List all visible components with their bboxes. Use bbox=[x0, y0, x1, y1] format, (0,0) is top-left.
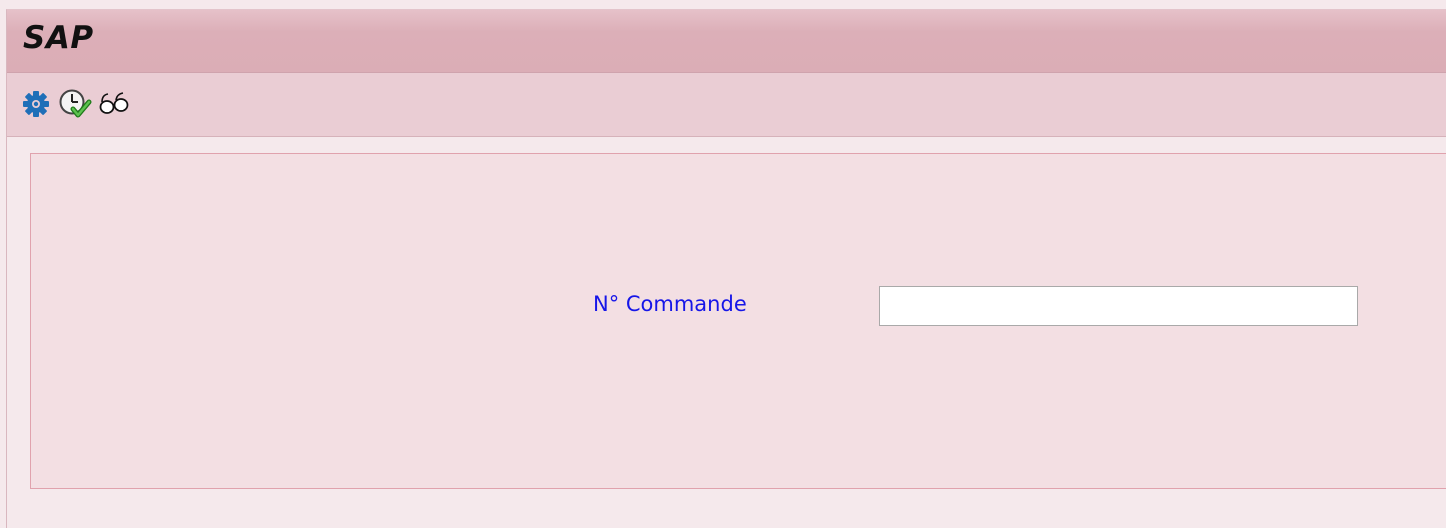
selection-panel: N° Commande bbox=[30, 153, 1446, 489]
order-number-label: N° Commande bbox=[593, 292, 747, 316]
application-toolbar bbox=[7, 73, 1446, 137]
gear-icon[interactable] bbox=[20, 88, 52, 120]
order-number-input[interactable] bbox=[879, 286, 1358, 326]
app-title: SAP bbox=[23, 20, 94, 56]
clock-check-icon[interactable] bbox=[58, 88, 92, 120]
glasses-icon[interactable] bbox=[97, 88, 129, 120]
title-bar: SAP bbox=[7, 10, 1446, 73]
sap-window: SAP N° Commande bbox=[6, 9, 1446, 528]
